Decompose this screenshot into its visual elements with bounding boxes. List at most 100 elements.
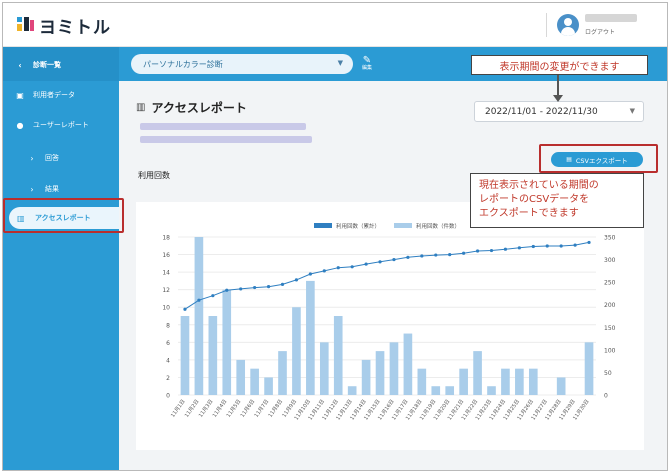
- y-left-tick-label: 8: [166, 322, 170, 329]
- edit-button[interactable]: ✎ 編集: [360, 55, 374, 71]
- y-right-tick-label: 350: [604, 235, 616, 242]
- bar: [333, 316, 343, 395]
- line-point: [266, 285, 271, 289]
- bar: [389, 342, 399, 395]
- sidebar-item-result[interactable]: › 結果: [3, 178, 119, 200]
- date-range-picker[interactable]: 2022/11/01 - 2022/11/30 ▼: [474, 101, 644, 122]
- logo-icon: [17, 17, 34, 31]
- user-avatar-icon[interactable]: [557, 14, 579, 36]
- chart-card: 0 2 4 6 8 10 12 14 16 18 0 50 100 150 200 250 300 350 11月1…: [136, 202, 644, 450]
- line-point: [336, 266, 340, 270]
- bar: [292, 307, 301, 395]
- edit-label: 編集: [361, 65, 372, 71]
- callout-arrow: [557, 75, 559, 97]
- bar: [222, 289, 232, 395]
- diagnosis-select-value: パーソナルカラー診断: [143, 59, 223, 69]
- line-point: [517, 246, 521, 250]
- legend-swatch: [314, 223, 332, 228]
- bar: [319, 342, 329, 395]
- logout-link[interactable]: ログアウト: [585, 27, 615, 36]
- line-point: [225, 288, 229, 292]
- y-right-tick-label: 0: [604, 393, 608, 400]
- bar: [445, 386, 455, 395]
- line-point: [294, 278, 299, 282]
- user-name-redacted: [585, 14, 637, 22]
- app-header: ヨミトル ログアウト: [3, 3, 667, 47]
- y-right-tick-label: 100: [604, 347, 616, 354]
- sidebar-item-label: 利用者データ: [33, 91, 75, 99]
- line-point: [573, 243, 577, 247]
- y-left-tick-label: 6: [166, 340, 170, 347]
- line-point: [531, 244, 535, 249]
- line-point: [239, 287, 243, 291]
- bar: [459, 368, 468, 395]
- line-point: [545, 244, 549, 248]
- series-line: [184, 241, 590, 310]
- line-point: [364, 262, 368, 266]
- legend-label: 利用回数（件数）: [416, 222, 460, 230]
- sidebar-back-to-list[interactable]: ‹ 診断一覧: [3, 54, 119, 76]
- y-right-tick-label: 150: [604, 325, 616, 332]
- y-left-tick-label: 4: [166, 357, 170, 364]
- highlight-box-sidebar: [3, 198, 124, 233]
- page-title-text: アクセスレポート: [151, 101, 247, 115]
- page-title: ▥ アクセスレポート: [136, 99, 247, 116]
- bar: [487, 386, 496, 395]
- line-point: [434, 253, 438, 257]
- line-point: [197, 298, 201, 302]
- line-point: [587, 240, 591, 245]
- line-point: [280, 282, 285, 286]
- sidebar-item-user-report[interactable]: ● ユーザーレポート: [3, 114, 119, 136]
- callout-csv-line: エクスポートできます: [479, 208, 579, 219]
- bar: [515, 368, 524, 395]
- line-point: [503, 247, 508, 251]
- description-line-redacted: [140, 136, 312, 143]
- line-point: [253, 285, 257, 290]
- chevron-down-icon: ▼: [337, 59, 343, 67]
- bar: [556, 377, 566, 395]
- y-left-tick-label: 10: [162, 305, 170, 312]
- legend-label: 利用回数（累計）: [336, 222, 380, 230]
- callout-csv-line: 現在表示されている期間の: [479, 180, 599, 191]
- line-point: [183, 307, 187, 311]
- y-left-tick-label: 18: [162, 235, 170, 242]
- callout-arrow-head: [553, 95, 563, 102]
- date-range-value: 2022/11/01 - 2022/11/30: [485, 106, 598, 117]
- sidebar-item-label: ユーザーレポート: [33, 121, 89, 129]
- line-point: [406, 255, 410, 259]
- usage-count-label: 利用回数: [138, 171, 170, 180]
- line-point: [350, 265, 354, 269]
- line-point: [322, 269, 326, 273]
- description-line-redacted: [140, 123, 306, 130]
- chevron-down-icon: ▼: [629, 107, 635, 115]
- callout-csv-export: 現在表示されている期間の レポートのCSVデータを エクスポートできます: [470, 173, 644, 228]
- header-divider: [546, 13, 547, 37]
- bar: [501, 368, 510, 395]
- sidebar-item-label: 結果: [45, 185, 59, 193]
- diagnosis-select[interactable]: パーソナルカラー診断 ▼: [131, 54, 353, 74]
- legend-swatch: [394, 223, 412, 228]
- bar: [208, 316, 218, 395]
- y-left-tick-label: 0: [166, 393, 170, 400]
- callout-csv-line: レポートのCSVデータを: [479, 194, 590, 205]
- bar: [417, 368, 427, 395]
- y-left-tick-label: 14: [162, 270, 170, 277]
- line-point: [392, 257, 396, 262]
- line-point: [211, 294, 215, 298]
- bar: [375, 351, 385, 395]
- bar: [264, 377, 273, 395]
- line-point: [489, 248, 494, 253]
- bar: [306, 280, 315, 395]
- bar: [236, 359, 246, 395]
- y-right-tick-label: 300: [604, 257, 616, 264]
- usage-chart: 02468101214161805010015020025030035011月1…: [162, 222, 616, 421]
- line-point: [378, 260, 382, 264]
- line-point: [308, 272, 312, 276]
- bar: [194, 237, 204, 395]
- sidebar-item-usage-data[interactable]: ▣ 利用者データ: [3, 84, 119, 106]
- bar: [528, 368, 538, 395]
- id-card-icon: ▣: [16, 90, 24, 100]
- y-left-tick-label: 12: [162, 287, 170, 294]
- sidebar-item-answer[interactable]: › 回答: [3, 147, 119, 169]
- sidebar: ‹ 診断一覧 ▣ 利用者データ ● ユーザーレポート › 回答 › 結果 ▥ ア…: [3, 47, 119, 470]
